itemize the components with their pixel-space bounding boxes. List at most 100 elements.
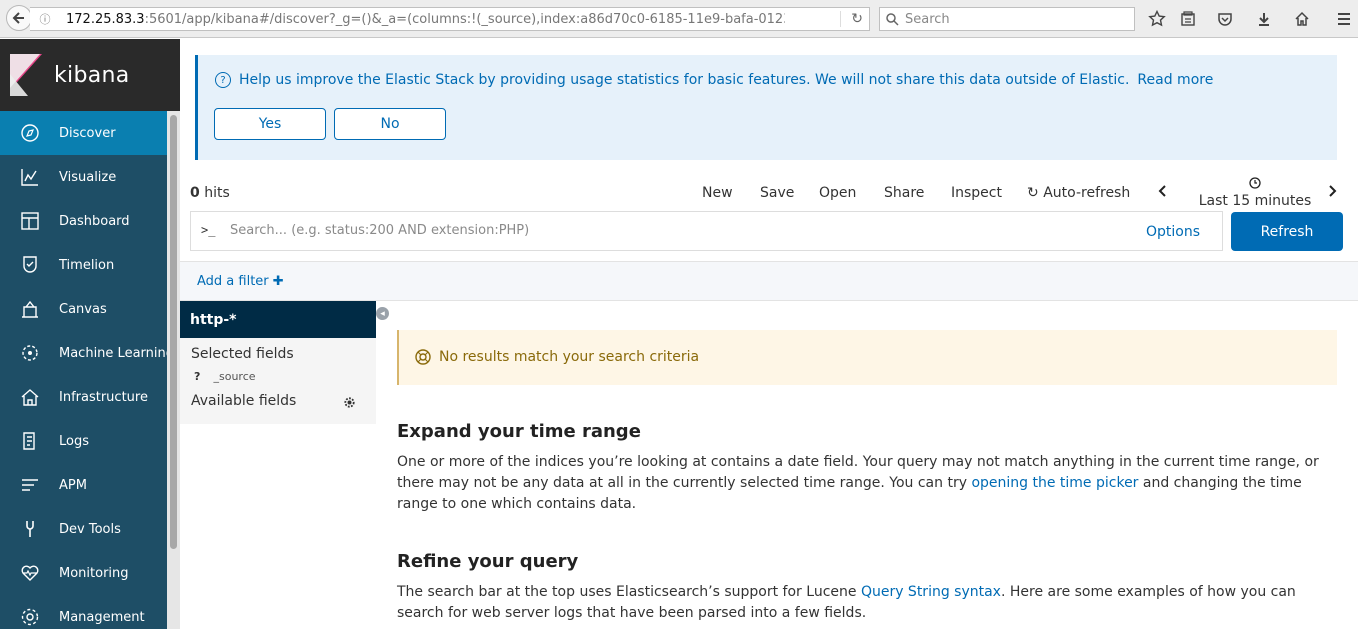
sidebar-item-label: Timelion: [59, 257, 115, 273]
sidebar-item-label: Machine Learning: [59, 345, 174, 361]
field-row-source[interactable]: ? _source: [180, 370, 376, 383]
sidebar-item-management[interactable]: Management: [0, 595, 180, 639]
sidebar-item-label: Canvas: [59, 301, 107, 317]
download-icon[interactable]: [1254, 9, 1274, 29]
sidebar-item-label: Management: [59, 609, 145, 625]
apm-icon: [21, 479, 38, 491]
kibana-logo-icon: [10, 54, 42, 96]
pocket-icon[interactable]: [1215, 9, 1235, 29]
search-placeholder: Search: [905, 11, 950, 27]
open-time-picker-link[interactable]: opening the time picker: [971, 475, 1138, 491]
search-icon: [886, 12, 899, 26]
auto-refresh-label: Auto-refresh: [1043, 185, 1131, 201]
logo-text: kibana: [54, 62, 130, 88]
telemetry-callout: ? Help us improve the Elastic Stack by p…: [195, 55, 1337, 160]
clock-icon: [1195, 177, 1315, 193]
no-button[interactable]: No: [334, 108, 446, 140]
sidebar-item-apm[interactable]: APM: [0, 463, 180, 507]
save-button[interactable]: Save: [760, 185, 794, 201]
add-filter-label: Add a filter: [197, 274, 269, 289]
options-button[interactable]: Options: [1146, 224, 1200, 240]
shield-icon: [22, 256, 37, 273]
query-string-syntax-link[interactable]: Query String syntax: [861, 584, 1001, 600]
sidebar-item-machine-learning[interactable]: Machine Learning: [0, 331, 180, 375]
compass-icon: [20, 124, 39, 142]
sidebar-item-dev-tools[interactable]: Dev Tools: [0, 507, 180, 551]
sidebar-item-logs[interactable]: Logs: [0, 419, 180, 463]
field-type-icon: ?: [194, 370, 201, 383]
expand-time-paragraph: One or more of the indices you’re lookin…: [397, 452, 1337, 515]
no-results-text: No results match your search criteria: [439, 349, 700, 365]
logo[interactable]: kibana: [0, 39, 180, 111]
refresh-cycle-icon: ↻: [1027, 185, 1039, 201]
infrastructure-icon: [21, 389, 38, 406]
refine-text-1: The search bar at the top uses Elasticse…: [397, 584, 857, 600]
browser-toolbar: ⓘ 172.25.83.3 :5601/app/kibana#/discover…: [0, 0, 1358, 38]
sidebar-item-timelion[interactable]: Timelion: [0, 243, 180, 287]
kibana-sidebar: kibana Discover Visualize Dashboard Time…: [0, 39, 180, 629]
auto-refresh-button[interactable]: ↻ Auto-refresh: [1027, 185, 1130, 201]
sidebar-item-label: Infrastructure: [59, 389, 148, 405]
sidebar-item-canvas[interactable]: Canvas: [0, 287, 180, 331]
sidebar-scrollbar[interactable]: [167, 111, 180, 629]
url-separator: [840, 11, 841, 27]
sidebar-item-visualize[interactable]: Visualize: [0, 155, 180, 199]
available-fields-heading: Available fields: [180, 393, 376, 409]
chevron-right-icon: [1329, 185, 1337, 197]
scrollbar-thumb[interactable]: [170, 115, 177, 549]
menu-icon[interactable]: [1334, 9, 1354, 29]
search-input[interactable]: Search... (e.g. status:200 AND extension…: [230, 223, 529, 238]
no-results-callout: No results match your search criteria: [397, 330, 1337, 385]
sidebar-item-label: Visualize: [59, 169, 117, 185]
gear-icon: [21, 608, 38, 626]
home-icon[interactable]: [1292, 9, 1312, 29]
time-prev-button[interactable]: [1157, 185, 1167, 201]
available-fields-label: Available fields: [191, 393, 297, 409]
yes-button[interactable]: Yes: [214, 108, 326, 140]
field-sidebar: http-* Selected fields ? _source Availab…: [180, 301, 376, 424]
query-prompt-icon: >_: [201, 223, 216, 237]
sidebar-item-label: Logs: [59, 433, 89, 449]
hits-label: hits: [204, 185, 230, 201]
gear-icon[interactable]: [344, 397, 355, 408]
help-icon: [415, 349, 431, 365]
sidebar-item-dashboard[interactable]: Dashboard: [0, 199, 180, 243]
refresh-button[interactable]: Refresh: [1231, 212, 1343, 251]
info-icon[interactable]: ⓘ: [36, 11, 54, 27]
callout-message: ? Help us improve the Elastic Stack by p…: [215, 72, 1213, 88]
sidebar-item-infrastructure[interactable]: Infrastructure: [0, 375, 180, 419]
reload-icon[interactable]: ↻: [851, 11, 863, 27]
inspect-button[interactable]: Inspect: [951, 185, 1002, 201]
back-button[interactable]: [6, 5, 32, 31]
add-filter-button[interactable]: Add a filter ✚: [197, 274, 284, 289]
time-range-label: Last 15 minutes: [1198, 193, 1312, 209]
sidebar-item-label: Dev Tools: [59, 521, 121, 537]
read-more-link[interactable]: Read more: [1137, 72, 1213, 88]
new-button[interactable]: New: [702, 185, 733, 201]
browser-search-input[interactable]: Search: [879, 7, 1135, 31]
refine-query-paragraph: The search bar at the top uses Elasticse…: [397, 582, 1337, 624]
callout-text: Help us improve the Elastic Stack by pro…: [239, 72, 1130, 88]
hits-count: 0 hits: [190, 185, 230, 201]
time-next-button[interactable]: [1328, 185, 1338, 201]
sidebar-item-discover[interactable]: Discover: [0, 111, 180, 155]
field-name: _source: [213, 370, 256, 383]
back-arrow-icon: [12, 12, 24, 24]
sidebar-item-monitoring[interactable]: Monitoring: [0, 551, 180, 595]
open-button[interactable]: Open: [819, 185, 856, 201]
url-bar[interactable]: ⓘ 172.25.83.3 :5601/app/kibana#/discover…: [30, 7, 870, 31]
share-button[interactable]: Share: [884, 185, 924, 201]
dashboard-icon: [20, 212, 39, 230]
expand-time-heading: Expand your time range: [397, 421, 641, 442]
bookmark-star-icon[interactable]: [1147, 9, 1167, 29]
refine-query-heading: Refine your query: [397, 551, 579, 572]
index-pattern-selector[interactable]: http-*: [180, 301, 376, 338]
query-bar[interactable]: >_ Search... (e.g. status:200 AND extens…: [190, 211, 1223, 251]
hits-number: 0: [190, 185, 200, 201]
logs-icon: [22, 432, 35, 450]
discover-main: ? Help us improve the Elastic Stack by p…: [180, 39, 1358, 629]
url-host: 172.25.83.3: [66, 11, 145, 27]
collapse-sidebar-icon[interactable]: ◂: [376, 307, 389, 320]
time-picker[interactable]: Last 15 minutes: [1195, 177, 1315, 209]
reading-list-icon[interactable]: [1178, 9, 1198, 29]
